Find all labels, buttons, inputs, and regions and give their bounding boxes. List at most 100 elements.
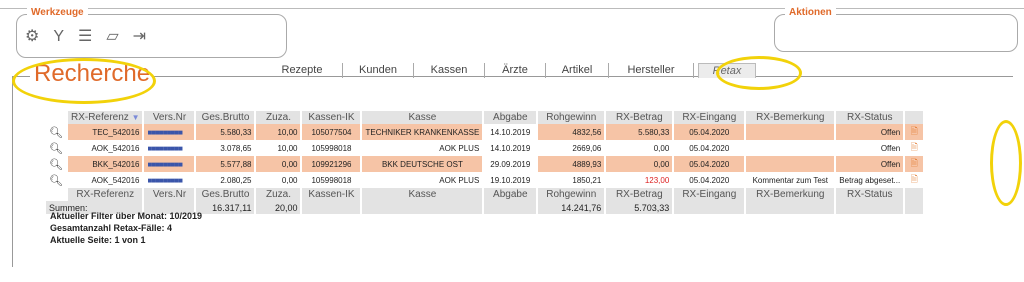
annotation-ellipse-tab: [716, 56, 802, 90]
column-header[interactable]: Abgabe: [483, 111, 539, 124]
cell-bemerkung: Kommentar zum Test: [745, 172, 837, 188]
column-footer: RX-Eingang: [673, 188, 747, 201]
filter-info: Aktueller Filter über Monat: 10/2019: [50, 211, 203, 221]
tab-kassen[interactable]: Kassen: [414, 63, 485, 78]
tab-kunden[interactable]: Kunden: [343, 63, 414, 78]
cell-bemerkung: [745, 156, 837, 172]
table-row[interactable]: 🔍︎ BKK_542016 ■■■■■■■■■ 5.577,88 0,00 10…: [46, 156, 926, 172]
column-footer: Vers.Nr: [143, 188, 197, 201]
column-header[interactable]: Vers.Nr: [143, 111, 197, 124]
table-row[interactable]: 🔍︎ TEC_542016 ■■■■■■■■■ 5.580,33 10,00 1…: [46, 124, 926, 140]
cell-abgabe: 14.10.2019: [483, 124, 539, 140]
column-footer: RX-Bemerkung: [745, 188, 837, 201]
cell-brutto: 3.078,65: [195, 140, 257, 156]
column-footer: Abgabe: [483, 188, 539, 201]
column-header[interactable]: Ges.Brutto: [195, 111, 257, 124]
column-footer: Kassen-IK: [301, 188, 363, 201]
sum-empty: [483, 201, 539, 214]
header-spacer: [46, 188, 68, 201]
sort-arrow-icon[interactable]: ▼: [132, 113, 140, 122]
cell-ref: AOK_542016: [66, 140, 145, 156]
cell-abgabe: 19.10.2019: [483, 172, 539, 188]
column-header[interactable]: Rohgewinn: [537, 111, 607, 124]
header-spacer: [904, 111, 926, 124]
filter-icon[interactable]: Y: [53, 29, 64, 45]
sum-empty: [301, 201, 363, 214]
table-row[interactable]: 🔍︎ AOK_542016 ■■■■■■■■■ 3.078,65 10,00 1…: [46, 140, 926, 156]
cell-ref: AOK_542016: [66, 172, 145, 188]
column-header[interactable]: RX-Status: [835, 111, 906, 124]
cell-betrag: 5.580,33: [605, 124, 675, 140]
cell-ik: 109921296: [301, 156, 363, 172]
column-header[interactable]: RX-Betrag: [605, 111, 675, 124]
document-icon[interactable]: 🗎: [904, 172, 926, 188]
column-footer: RX-Status: [835, 188, 906, 201]
top-divider: [0, 8, 1024, 9]
cell-ref: TEC_542016: [66, 124, 145, 140]
tab-bar: Rezepte Kunden Kassen Ärzte Artikel Hers…: [262, 63, 756, 78]
tab-aerzte[interactable]: Ärzte: [485, 63, 546, 78]
header-spacer: [904, 188, 926, 201]
page-info: Aktuelle Seite: 1 von 1: [50, 235, 146, 245]
search-icon[interactable]: 🔍︎: [46, 124, 68, 140]
header-spacer: [46, 111, 68, 124]
cell-roh: 2669,06: [537, 140, 607, 156]
cell-kasse: AOK PLUS: [361, 172, 485, 188]
search-icon[interactable]: 🔍︎: [46, 156, 68, 172]
column-header[interactable]: Kassen-IK: [301, 111, 363, 124]
table-row[interactable]: 🔍︎ AOK_542016 ■■■■■■■■■ 2.080,25 0,00 10…: [46, 172, 926, 188]
document-icon[interactable]: 🗎: [904, 156, 926, 172]
cell-kasse: AOK PLUS: [361, 140, 485, 156]
cell-brutto: 2.080,25: [195, 172, 257, 188]
cell-betrag: 123,00: [605, 172, 675, 188]
retax-table: RX-Referenz ▼ Vers.Nr Ges.Brutto Zuza. K…: [46, 111, 926, 214]
table-footer-header: RX-Referenz Vers.Nr Ges.Brutto Zuza. Kas…: [46, 188, 926, 201]
info-block: Aktueller Filter über Monat: 10/2019 Ges…: [50, 210, 202, 246]
tab-rezepte[interactable]: Rezepte: [262, 63, 343, 78]
sum-empty: [673, 201, 747, 214]
cell-roh: 4832,56: [537, 124, 607, 140]
cell-status: Offen: [835, 124, 906, 140]
cell-vers: ■■■■■■■■■: [143, 140, 197, 156]
actions-title: Aktionen: [785, 7, 836, 18]
toolbox-title: Werkzeuge: [27, 7, 88, 18]
cell-ik: 105998018: [301, 140, 363, 156]
cell-ik: 105077504: [301, 124, 363, 140]
sort-down-icon[interactable]: ☰: [78, 29, 92, 45]
document-icon[interactable]: 🗎: [904, 140, 926, 156]
cell-kasse: TECHNIKER KRANKENKASSE: [361, 124, 485, 140]
cell-zuza: 0,00: [255, 156, 303, 172]
sum-betrag: 5.703,33: [605, 201, 675, 214]
cell-roh: 4889,93: [537, 156, 607, 172]
cell-status: Betrag abgeset...: [835, 172, 906, 188]
column-header[interactable]: Zuza.: [255, 111, 303, 124]
cell-status: Offen: [835, 156, 906, 172]
tab-artikel[interactable]: Artikel: [546, 63, 609, 78]
cell-brutto: 5.580,33: [195, 124, 257, 140]
column-header[interactable]: RX-Bemerkung: [745, 111, 837, 124]
sum-brutto: 16.317,11: [195, 201, 257, 214]
annotation-ellipse-title: [12, 58, 156, 104]
cell-vers: ■■■■■■■■■: [143, 156, 197, 172]
cell-eingang: 05.04.2020: [673, 156, 747, 172]
tab-hersteller[interactable]: Hersteller: [609, 63, 694, 78]
cell-abgabe: 29.09.2019: [483, 156, 539, 172]
search-icon[interactable]: 🔍︎: [46, 140, 68, 156]
cell-ref: BKK_542016: [66, 156, 145, 172]
cell-eingang: 05.04.2020: [673, 140, 747, 156]
column-footer: Zuza.: [255, 188, 303, 201]
sum-empty: [904, 201, 926, 214]
eraser-icon[interactable]: ▱: [106, 29, 118, 45]
cell-status: Offen: [835, 140, 906, 156]
document-icon[interactable]: 🗎: [904, 124, 926, 140]
export-icon[interactable]: ⇥: [133, 29, 146, 45]
column-header[interactable]: Kasse: [361, 111, 485, 124]
gears-icon[interactable]: ⚙: [25, 29, 39, 45]
sum-empty: [835, 201, 906, 214]
cell-vers: ■■■■■■■■■: [143, 124, 197, 140]
search-icon[interactable]: 🔍︎: [46, 172, 68, 188]
column-header[interactable]: RX-Referenz ▼: [66, 111, 145, 124]
toolbox-group: Werkzeuge ⚙ Y ☰ ▱ ⇥: [16, 7, 287, 58]
column-footer: RX-Betrag: [605, 188, 675, 201]
column-header[interactable]: RX-Eingang: [673, 111, 747, 124]
